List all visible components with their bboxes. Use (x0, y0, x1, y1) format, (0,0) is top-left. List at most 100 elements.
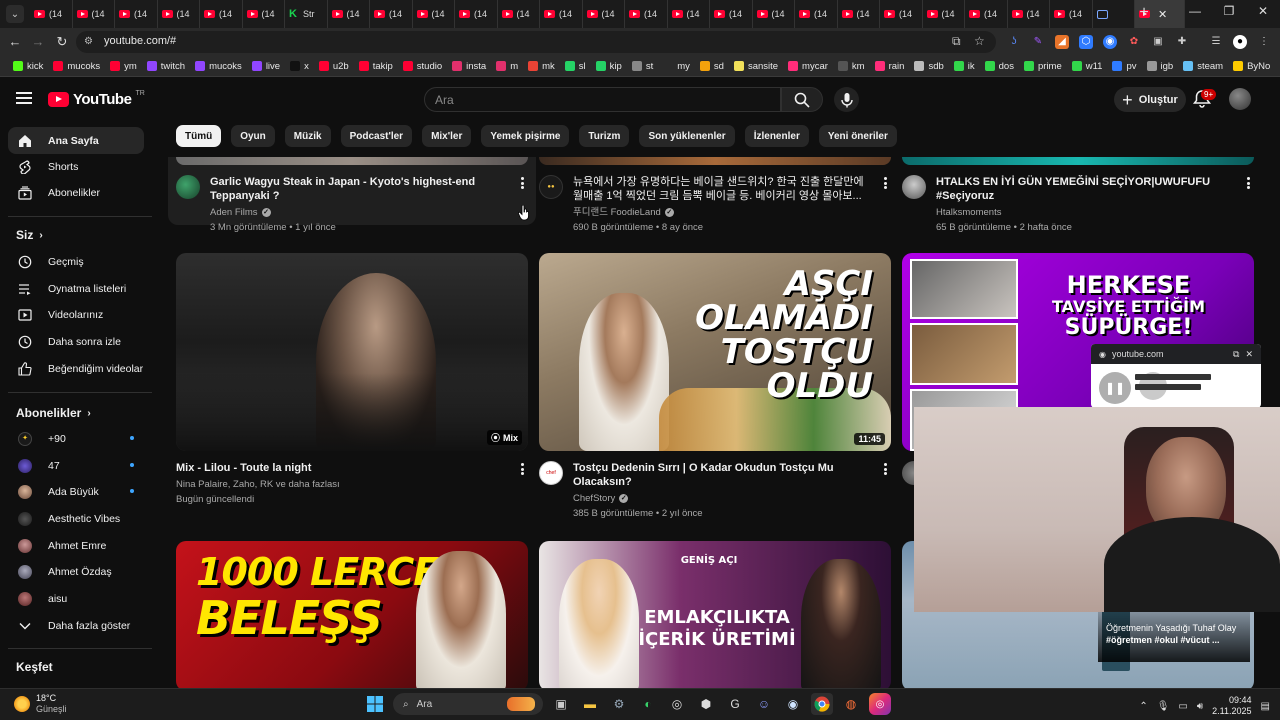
channel-avatar[interactable] (176, 175, 200, 199)
bookmark-item[interactable]: studio (398, 61, 447, 72)
browser-tab[interactable]: (14 (370, 0, 413, 28)
app-icon[interactable]: ⬢ (695, 693, 717, 715)
bookmark-item[interactable]: steam (1178, 61, 1228, 72)
filter-chip[interactable]: Mix'ler (422, 125, 472, 147)
browser-tab[interactable]: (14 (710, 0, 753, 28)
sidebar-you-header[interactable]: Siz › (16, 228, 43, 242)
network-icon[interactable]: ▭ (1178, 701, 1187, 712)
bookmark-item[interactable]: w11 (1067, 61, 1108, 72)
browser-tab[interactable]: (14 (965, 0, 1008, 28)
steam-icon[interactable]: ◉ (782, 693, 804, 715)
sidebar-item-playlists[interactable]: Oynatma listeleri (8, 275, 144, 302)
channel-name[interactable]: 푸디랜드 FoodieLand (573, 205, 661, 220)
bookmark-item[interactable]: kick (8, 61, 48, 72)
video-thumbnail[interactable]: AŞÇI OLAMADI TOSTÇU OLDU 11:45 (539, 253, 891, 451)
instagram-icon[interactable]: ◎ (869, 693, 891, 715)
back-button[interactable]: ← (6, 34, 24, 50)
sidebar-item-watch-later[interactable]: Daha sonra izle (8, 328, 144, 355)
site-info-icon[interactable]: ⚙ (84, 36, 96, 48)
bookmark-item[interactable]: st (627, 61, 658, 72)
bookmark-item[interactable]: mk (523, 61, 560, 72)
bookmark-item[interactable]: km (833, 61, 870, 72)
voice-search-button[interactable] (834, 87, 859, 112)
bookmark-item[interactable]: mucoks (190, 61, 247, 72)
extension-pen-icon[interactable]: ✎ (1031, 35, 1045, 49)
settings-gear-icon[interactable]: ⚙ (608, 693, 630, 715)
video-card[interactable]: HTALKS EN İYİ GÜN YEMEĞİNİ SEÇİYOR|UWUFU… (902, 175, 1242, 235)
video-card[interactable]: ●● 뉴욕에서 가장 유명하다는 베이글 샌드위치? 한국 진출 한달만에 월매… (539, 175, 869, 235)
bookmark-item[interactable]: twitch (142, 61, 190, 72)
tab-search-button[interactable]: ⌄ (6, 5, 24, 23)
close-window-button[interactable]: ✕ (1246, 4, 1280, 18)
video-menu-icon[interactable] (1242, 175, 1254, 191)
video-title-continued[interactable]: 월매출 1억 찍었던 크림 듬뿍 베이글 등. 베이커리 영상 몰아보... (573, 189, 864, 203)
channel-name[interactable]: ChefStory (573, 491, 615, 506)
browser-tab[interactable]: (14 (498, 0, 540, 28)
bookmark-item[interactable]: m (491, 61, 523, 72)
channel-avatar[interactable]: ●● (539, 175, 563, 199)
bookmark-item[interactable]: ym (105, 61, 142, 72)
minimize-button[interactable]: — (1178, 4, 1212, 18)
filter-chip[interactable]: Son yüklenenler (639, 125, 735, 147)
browser-tab[interactable]: (14 (795, 0, 838, 28)
video-menu-icon[interactable] (879, 461, 891, 477)
browser-tab[interactable]: (14 (115, 0, 158, 28)
browser-tab[interactable]: K Str (285, 0, 328, 28)
bookmark-item[interactable]: pv (1107, 61, 1141, 72)
bookmark-item[interactable]: u2b (314, 61, 354, 72)
browser-tab[interactable]: (14 (668, 0, 710, 28)
sidebar-item-history[interactable]: Geçmiş (8, 248, 144, 275)
video-menu-icon[interactable] (879, 175, 891, 191)
browser-tab[interactable]: (14 (30, 0, 73, 28)
bookmark-item[interactable]: ByNo (1228, 61, 1275, 72)
channel-avatar[interactable]: chef (539, 461, 563, 485)
taskbar-search[interactable]: ⌕ Ara (393, 693, 543, 715)
video-card[interactable]: Mix - Lilou - Toute la night Nina Palair… (176, 461, 526, 507)
video-channel[interactable]: Nina Palaire, Zaho, RK ve daha fazlası (176, 477, 340, 492)
pip-pause-button[interactable]: ❚❚ (1099, 372, 1131, 404)
browser-tab[interactable]: (14 (923, 0, 965, 28)
short-title-overlay[interactable]: Öğretmenin Yaşadığı Tuhaf Olay #öğretmen… (1098, 612, 1250, 662)
chrome-icon[interactable] (811, 693, 833, 715)
browser-tab[interactable]: (14 (200, 0, 243, 28)
sidebar-channel-item[interactable]: Ada Büyük (8, 478, 144, 505)
browser-tab[interactable]: (14 (455, 0, 498, 28)
new-tab-button[interactable]: + (1136, 5, 1152, 21)
browser-tab[interactable]: (14 (413, 0, 455, 28)
bookmark-star-icon[interactable]: ☆ (974, 34, 985, 48)
chrome-menu-icon[interactable]: ⋮ (1257, 35, 1271, 49)
video-title[interactable]: Garlic Wagyu Steak in Japan - Kyoto's hi… (210, 175, 526, 203)
video-title[interactable]: HTALKS EN İYİ GÜN YEMEĞİNİ SEÇİYOR|UWUFU… (936, 175, 1242, 203)
show-hidden-icons-icon[interactable]: ⌃ (1139, 701, 1147, 712)
bookmark-item[interactable]: live (247, 61, 285, 72)
bookmark-item[interactable]: kip (591, 61, 627, 72)
browser-tab[interactable]: (14 (1008, 0, 1050, 28)
bookmark-item[interactable]: insta (447, 61, 491, 72)
filter-chip[interactable]: Turizm (579, 125, 630, 147)
account-avatar[interactable] (1229, 88, 1251, 110)
youtube-logo[interactable]: YouTube TR (48, 90, 145, 108)
reading-list-icon[interactable]: ☰ (1209, 35, 1223, 49)
extension-icon[interactable]: ▣ (1151, 35, 1165, 49)
profile-avatar-icon[interactable]: ● (1233, 35, 1247, 49)
video-channel[interactable]: ChefStory ✓ (573, 491, 869, 506)
video-title[interactable]: Tostçu Dedenin Sırrı | O Kadar Okudun To… (573, 461, 869, 489)
reload-button[interactable]: ↻ (53, 34, 71, 50)
search-input[interactable]: Ara (424, 87, 781, 112)
extension-icon[interactable]: ◢ (1055, 35, 1069, 49)
install-app-icon[interactable]: ⧉ (952, 34, 961, 49)
sidebar-channel-item[interactable]: aisu (8, 585, 144, 612)
sidebar-channel-item[interactable]: Ahmet Emre (8, 532, 144, 559)
video-thumbnail[interactable]: ⦿ Mix (176, 253, 528, 451)
browser-tab[interactable] (1093, 0, 1135, 28)
weather-widget[interactable]: 18°C Güneşli (14, 693, 67, 715)
channel-name[interactable]: Aden Films (210, 205, 258, 220)
browser-tab[interactable]: (14 (540, 0, 583, 28)
discord-icon[interactable]: ☺ (753, 693, 775, 715)
sidebar-channel-item[interactable]: ✦ +90 (8, 425, 144, 452)
browser-tab[interactable]: (14 (838, 0, 880, 28)
sidebar-subscriptions-header[interactable]: Abonelikler › (16, 406, 91, 420)
filter-chip[interactable]: Podcast'ler (340, 125, 413, 147)
video-channel[interactable]: Aden Films ✓ (210, 205, 526, 220)
extension-icon[interactable]: ʖ (1007, 35, 1021, 49)
